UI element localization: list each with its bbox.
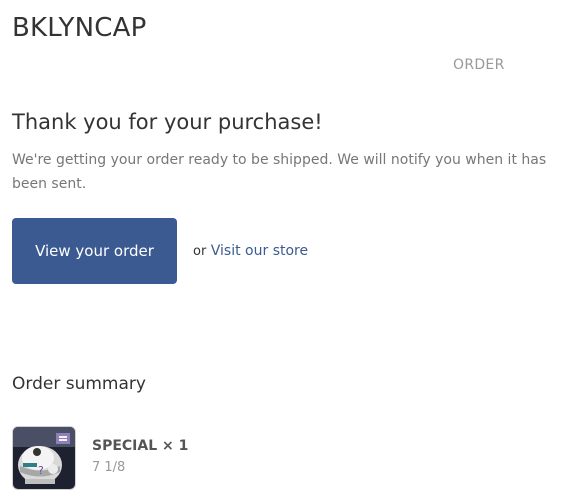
shop-name: BKLYNCAP [12,13,147,43]
page-title: Thank you for your purchase! [12,110,323,134]
item-variant: 7 1/8 [92,460,126,475]
order-line-item: ? SPECIAL × 1 7 1/8 [12,426,560,490]
order-summary-title: Order summary [12,374,146,394]
visit-store-link[interactable]: Visit our store [211,243,308,259]
view-order-button[interactable]: View your order [12,218,177,284]
confirmation-message: We're getting your order ready to be shi… [12,152,547,192]
store-link-group: or Visit our store [193,241,308,262]
svg-text:?: ? [38,464,44,477]
item-name: SPECIAL × 1 [92,438,189,454]
order-label: ORDER [453,57,505,73]
product-thumbnail-icon: ? [12,426,76,490]
or-text: or [193,244,207,259]
